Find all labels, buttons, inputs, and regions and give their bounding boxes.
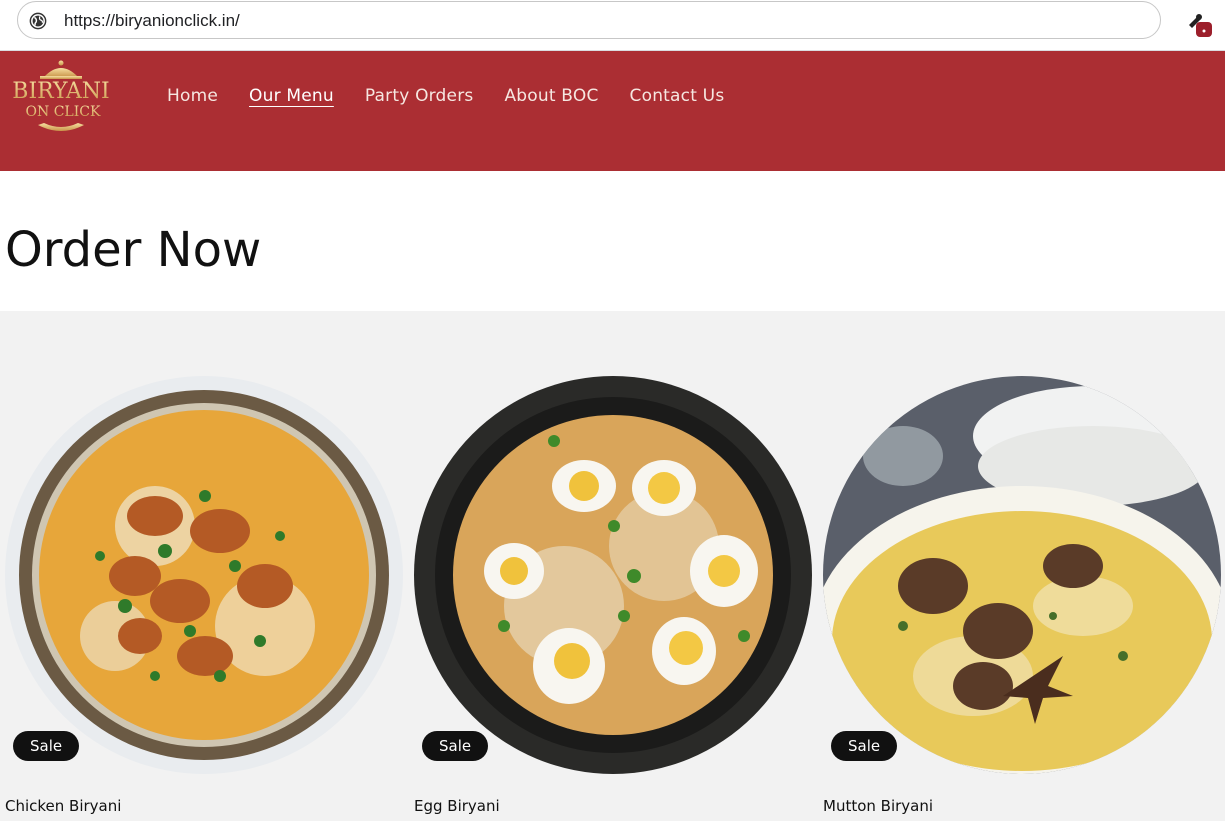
sale-badge: Sale	[422, 731, 489, 761]
url-text[interactable]: https://biryanionclick.in/	[64, 11, 240, 31]
biryani-on-click-logo[interactable]: BIRYANI ON CLICK	[6, 57, 116, 137]
page-title: Order Now	[5, 222, 262, 278]
nav-our-menu[interactable]: Our Menu	[249, 86, 334, 106]
logo-text-line1: BIRYANI	[12, 79, 109, 104]
site-info-icon[interactable]	[29, 12, 47, 30]
product-image-mutton-biryani[interactable]	[823, 376, 1221, 774]
sale-badge: Sale	[13, 731, 80, 761]
product-name[interactable]: Chicken Biryani	[5, 797, 121, 815]
product-name[interactable]: Mutton Biryani	[823, 797, 933, 815]
extension-icon[interactable]	[1186, 9, 1214, 39]
product-image-chicken-biryani[interactable]	[5, 376, 403, 774]
logo-text-line2: ON CLICK	[26, 104, 101, 120]
product-image-egg-biryani[interactable]	[414, 376, 812, 774]
nav-party-orders[interactable]: Party Orders	[365, 86, 474, 106]
product-card[interactable]: Sale Egg Biryani	[409, 311, 812, 821]
product-name[interactable]: Egg Biryani	[414, 797, 500, 815]
product-grid: Sale Chicken Biryani Sale Egg Biryani Sa…	[0, 311, 1225, 821]
site-header: BIRYANI ON CLICK Home Our Menu Party Ord…	[0, 51, 1225, 171]
product-card[interactable]: Sale Mutton Biryani	[818, 311, 1221, 821]
address-bar[interactable]: https://biryanionclick.in/	[17, 1, 1161, 39]
main-nav: Home Our Menu Party Orders About BOC Con…	[167, 86, 755, 106]
nav-home[interactable]: Home	[167, 86, 218, 106]
nav-contact-us[interactable]: Contact Us	[630, 86, 725, 106]
sale-badge: Sale	[831, 731, 898, 761]
browser-toolbar: https://biryanionclick.in/	[0, 0, 1225, 51]
product-card[interactable]: Sale Chicken Biryani	[0, 311, 403, 821]
nav-about-boc[interactable]: About BOC	[504, 86, 598, 106]
